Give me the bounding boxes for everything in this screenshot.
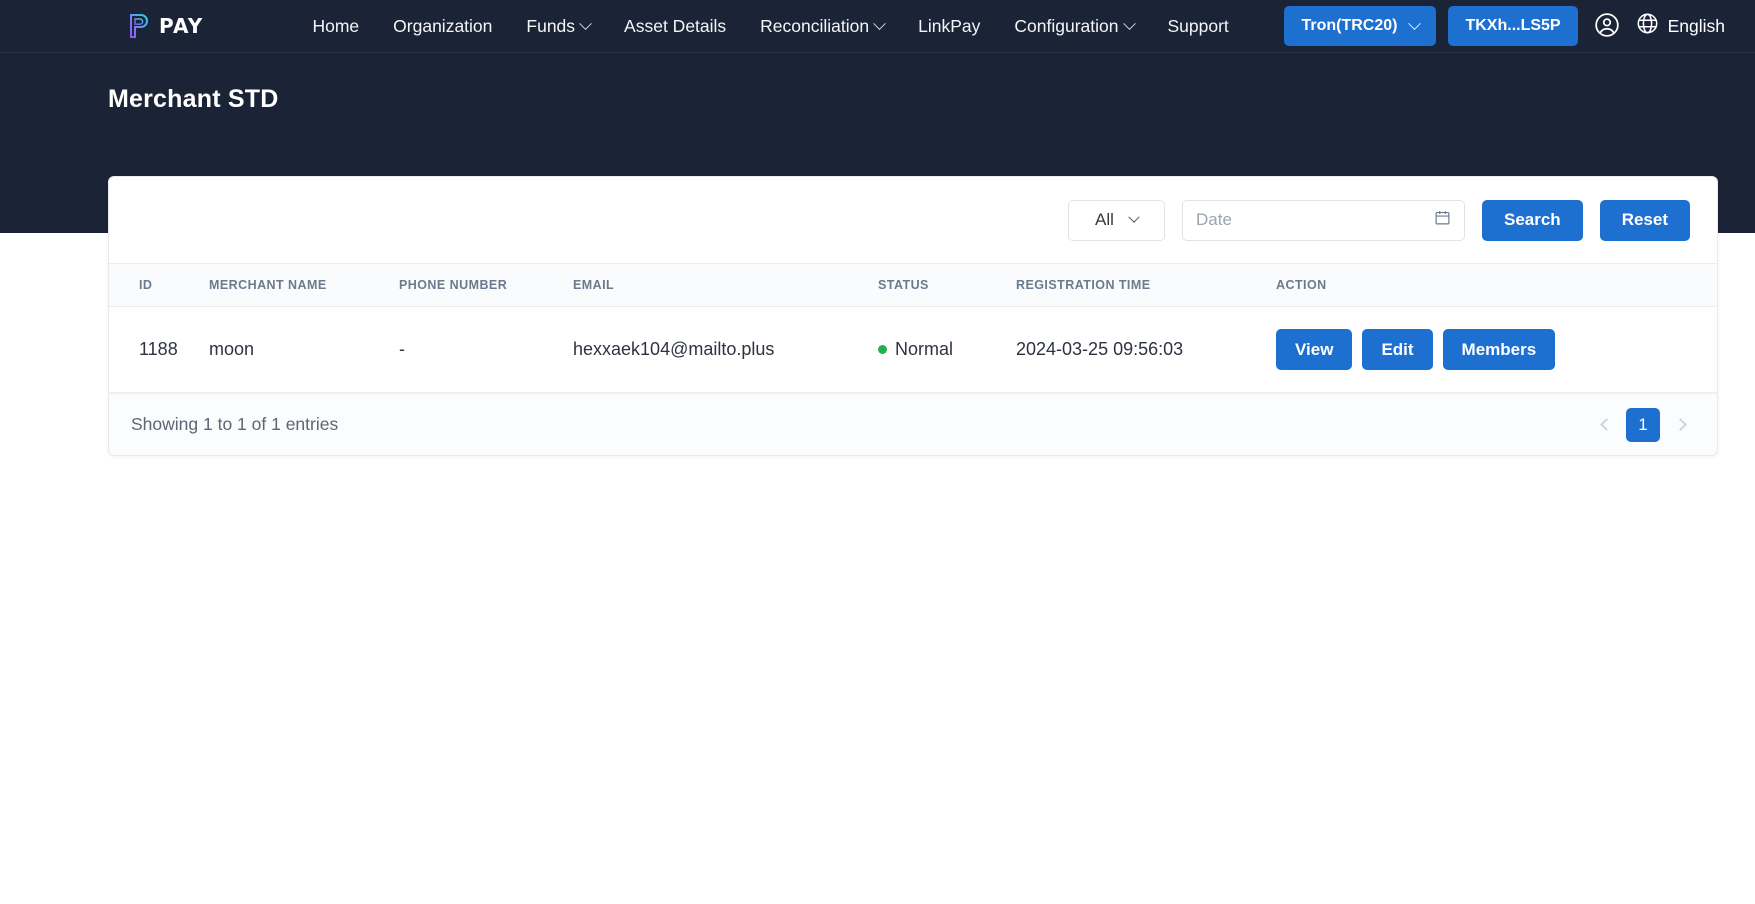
network-label: Tron(TRC20) — [1301, 17, 1398, 34]
pagination: 1 — [1592, 407, 1694, 442]
chevron-down-icon — [1122, 16, 1136, 30]
nav-item-configuration[interactable]: Configuration — [997, 0, 1150, 52]
page-title: Merchant STD — [108, 85, 279, 113]
column-header-phone-number: PHONE NUMBER — [399, 278, 508, 292]
cell-registration-time: 2024-03-25 09:56:03 — [1016, 339, 1184, 359]
column-header-merchant-name: MERCHANT NAME — [209, 278, 327, 292]
nav-label: Support — [1167, 15, 1229, 36]
p-logo-icon — [128, 13, 152, 39]
nav-label: LinkPay — [918, 15, 981, 36]
top-navbar: PAY Home Organization Funds Asset Detail… — [0, 0, 1755, 53]
table-header-row: ID MERCHANT NAME PHONE NUMBER EMAIL STAT… — [109, 263, 1717, 307]
nav-label: Configuration — [1014, 15, 1119, 36]
merchant-table: ID MERCHANT NAME PHONE NUMBER EMAIL STAT… — [109, 263, 1717, 393]
cell-phone-number: - — [399, 339, 405, 359]
members-button[interactable]: Members — [1442, 329, 1556, 370]
wallet-address-button[interactable]: TKXh...LS5P — [1448, 6, 1578, 46]
view-button[interactable]: View — [1276, 329, 1353, 370]
table-head: ID MERCHANT NAME PHONE NUMBER EMAIL STAT… — [109, 263, 1717, 307]
account-button[interactable] — [1590, 9, 1624, 43]
chevron-down-icon — [873, 16, 886, 30]
status-dot-icon — [878, 345, 887, 354]
entries-summary: Showing 1 to 1 of 1 entries — [131, 414, 339, 434]
nav-label: Home — [312, 15, 360, 36]
chevron-left-icon — [1599, 418, 1613, 431]
globe-icon — [1636, 12, 1659, 40]
user-circle-icon — [1594, 12, 1620, 41]
reset-button[interactable]: Reset — [1599, 199, 1690, 241]
pagination-prev-button[interactable] — [1592, 409, 1620, 441]
calendar-icon[interactable] — [1434, 209, 1451, 231]
pagination-page-1[interactable]: 1 — [1626, 407, 1660, 442]
chevron-down-icon — [579, 16, 592, 30]
network-selector-button[interactable]: Tron(TRC20) — [1284, 6, 1437, 46]
nav-label: Asset Details — [624, 15, 727, 36]
cell-merchant-name: moon — [209, 339, 255, 359]
edit-button[interactable]: Edit — [1362, 329, 1433, 370]
action-button-group: View Edit Members — [1276, 329, 1709, 370]
table-footer: Showing 1 to 1 of 1 entries 1 — [109, 393, 1717, 455]
cell-action: View Edit Members — [1268, 307, 1717, 393]
nav-item-asset-details[interactable]: Asset Details — [607, 0, 743, 52]
nav-item-reconciliation[interactable]: Reconciliation — [743, 0, 901, 52]
table-toolbar: All Date Search Reset — [109, 177, 1717, 263]
navbar-right-group: Tron(TRC20) TKXh...LS5P English — [1284, 0, 1729, 52]
column-header-action: ACTION — [1276, 278, 1327, 292]
nav-label: Funds — [526, 15, 576, 36]
merchant-table-card: All Date Search Reset ID MERCHANT NAME P… — [108, 176, 1718, 456]
pagination-next-button[interactable] — [1666, 409, 1694, 441]
wallet-label: TKXh...LS5P — [1465, 17, 1561, 34]
brand-name: PAY — [159, 14, 204, 38]
date-filter-field[interactable] — [1181, 199, 1465, 241]
status-label: Normal — [895, 339, 954, 359]
nav-item-funds[interactable]: Funds — [509, 0, 607, 52]
chevron-down-icon — [1408, 16, 1422, 30]
nav-label: Organization — [393, 15, 493, 36]
search-button[interactable]: Search — [1481, 199, 1583, 241]
date-input[interactable] — [1195, 210, 1434, 230]
column-header-id: ID — [139, 278, 153, 292]
nav-item-organization[interactable]: Organization — [376, 0, 509, 52]
chevron-right-icon — [1673, 418, 1687, 431]
status-filter-value: All — [1095, 210, 1114, 229]
nav-item-linkpay[interactable]: LinkPay — [901, 0, 997, 52]
status-filter-select[interactable]: All — [1067, 199, 1165, 241]
cell-status: Normal — [870, 307, 1008, 393]
chevron-down-icon — [1128, 211, 1140, 223]
table-row[interactable]: 1188 moon - hexxaek104@mailto.plus Norma… — [109, 307, 1717, 393]
brand-logo[interactable]: PAY — [128, 0, 203, 52]
table-body: 1188 moon - hexxaek104@mailto.plus Norma… — [109, 307, 1717, 393]
language-selector[interactable]: English — [1636, 12, 1729, 40]
column-header-status: STATUS — [878, 278, 929, 292]
nav-label: Reconciliation — [760, 15, 870, 36]
nav-item-home[interactable]: Home — [295, 0, 376, 52]
cell-email: hexxaek104@mailto.plus — [573, 339, 775, 359]
column-header-registration-time: REGISTRATION TIME — [1016, 278, 1151, 292]
column-header-email: EMAIL — [573, 278, 615, 292]
page-content: Merchant STD All Date Search Reset ID ME… — [0, 53, 1755, 904]
cell-id: 1188 — [139, 339, 178, 359]
primary-navigation: Home Organization Funds Asset Details Re… — [295, 0, 1245, 52]
language-label: English — [1667, 15, 1725, 36]
nav-item-support[interactable]: Support — [1151, 0, 1246, 52]
